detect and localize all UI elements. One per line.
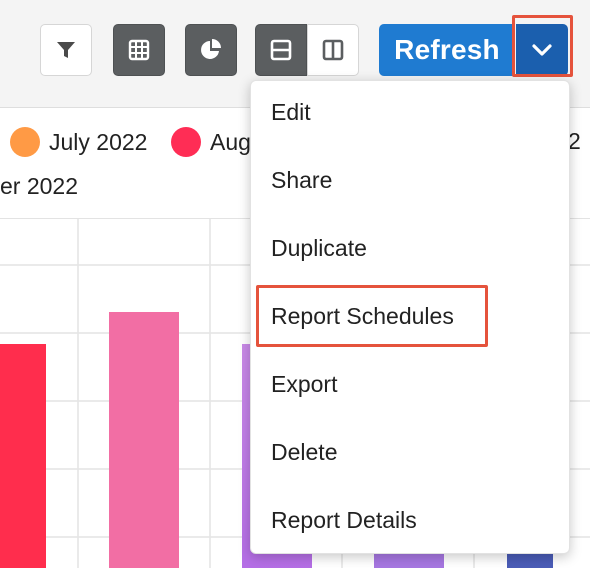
- columns-layout-button[interactable]: [307, 24, 359, 76]
- menu-item-label: Report Details: [271, 506, 417, 533]
- legend-label: Aug: [210, 128, 251, 155]
- menu-item-label: Share: [271, 166, 333, 193]
- menu-item-duplicate[interactable]: Duplicate: [271, 228, 367, 268]
- menu-item-label: Edit: [271, 98, 311, 125]
- chart-view-button[interactable]: [185, 24, 237, 76]
- table-view-button[interactable]: [113, 24, 165, 76]
- caret-highlight-box: [512, 15, 573, 77]
- legend-item-july[interactable]: July 2022: [10, 127, 147, 157]
- menu-item-label: Export: [271, 370, 338, 397]
- chart-bar[interactable]: [0, 344, 46, 568]
- menu-item-report-details[interactable]: Report Details: [271, 500, 417, 540]
- filter-button[interactable]: [40, 24, 92, 76]
- menu-item-label: Duplicate: [271, 234, 367, 261]
- legend-label: July 2022: [49, 128, 148, 155]
- refresh-label: Refresh: [394, 34, 500, 65]
- menu-item-label: Delete: [271, 438, 338, 465]
- menu-item-edit[interactable]: Edit: [271, 92, 311, 132]
- legend-dot: [171, 127, 201, 157]
- split-columns-icon: [322, 39, 344, 61]
- split-rows-icon: [270, 39, 292, 61]
- menu-item-export[interactable]: Export: [271, 364, 337, 404]
- menu-item-share[interactable]: Share: [271, 160, 332, 200]
- report-schedules-highlight-box: [256, 285, 488, 347]
- refresh-button[interactable]: Refresh: [379, 24, 515, 76]
- legend-item-august[interactable]: Aug: [171, 127, 251, 157]
- legend-dot: [10, 127, 40, 157]
- grid-icon: [128, 39, 150, 61]
- rows-layout-button[interactable]: [255, 24, 307, 76]
- legend-item-partial-left[interactable]: er 2022: [0, 173, 78, 200]
- pie-chart-icon: [201, 39, 221, 59]
- chart-bar[interactable]: [109, 312, 179, 568]
- filter-icon: [57, 42, 75, 58]
- menu-item-delete[interactable]: Delete: [271, 432, 337, 472]
- legend-label: er 2022: [0, 173, 79, 199]
